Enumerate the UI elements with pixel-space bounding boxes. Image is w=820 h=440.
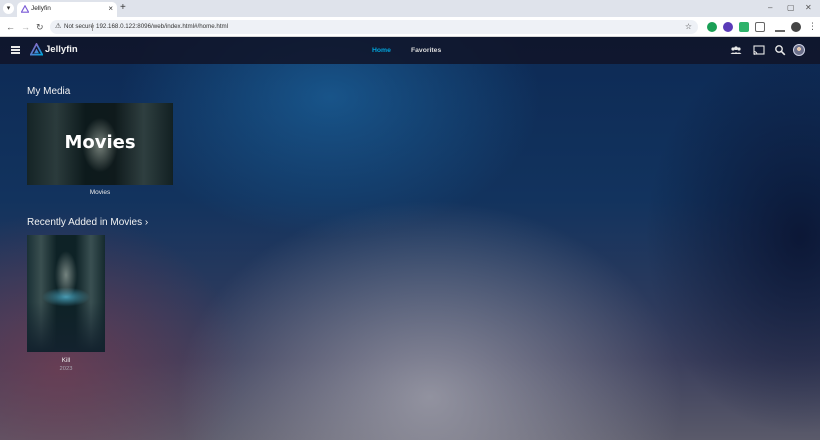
my-media-title[interactable]: My Media	[27, 85, 70, 98]
library-card-caption[interactable]: Movies	[27, 188, 173, 197]
bookmark-star-icon[interactable]: ☆	[685, 21, 692, 33]
extension-shield-icon[interactable]	[739, 22, 749, 32]
browser-tab-bar: ▾ Jellyfin × + – ▢ ✕	[0, 0, 820, 17]
tab-home[interactable]: Home	[372, 46, 391, 56]
media-controls-icon[interactable]	[775, 22, 785, 32]
user-avatar[interactable]	[793, 44, 805, 56]
hamburger-menu-icon[interactable]	[11, 46, 20, 54]
back-icon[interactable]: ←	[6, 21, 15, 33]
maximize-icon[interactable]: ▢	[787, 2, 795, 14]
warning-icon[interactable]: ⚠	[55, 22, 61, 32]
forward-icon[interactable]: →	[21, 21, 30, 33]
profile-avatar-icon[interactable]	[791, 22, 801, 32]
syncplay-group-icon[interactable]	[730, 44, 742, 56]
brand-name[interactable]: Jellyfin	[45, 44, 78, 56]
minimize-icon[interactable]: –	[768, 2, 772, 14]
tab-title: Jellyfin	[31, 5, 51, 12]
new-tab-button[interactable]: +	[120, 2, 126, 14]
browser-menu-icon[interactable]: ⋮	[808, 20, 817, 32]
browser-toolbar: ← → ↻ ⚠ Not secure 192.168.0.122:8096/we…	[0, 17, 820, 37]
extension-whatsapp-icon[interactable]	[707, 22, 717, 32]
extensions-puzzle-icon[interactable]	[755, 22, 765, 32]
url-text[interactable]: 192.168.0.122:8096/web/index.html#/home.…	[96, 22, 228, 32]
address-divider	[92, 23, 93, 31]
browser-tab[interactable]: Jellyfin ×	[17, 2, 117, 17]
jellyfin-logo-icon[interactable]	[30, 43, 43, 56]
library-card-label: Movies	[64, 132, 136, 153]
jellyfin-favicon-icon	[21, 5, 29, 13]
extension-purple-icon[interactable]	[723, 22, 733, 32]
app-header: Jellyfin Home Favorites	[0, 37, 820, 64]
poster-fade	[27, 302, 105, 352]
tab-close-icon[interactable]: ×	[108, 3, 113, 15]
close-window-icon[interactable]: ✕	[805, 2, 812, 14]
recently-added-title[interactable]: Recently Added in Movies ›	[27, 216, 148, 229]
reload-icon[interactable]: ↻	[36, 21, 44, 33]
cast-icon[interactable]	[753, 44, 765, 56]
jellyfin-app: Jellyfin Home Favorites My Media Movies …	[0, 37, 820, 440]
tab-search-icon[interactable]: ▾	[3, 3, 14, 14]
library-card-movies[interactable]: Movies	[27, 103, 173, 185]
movie-year: 2023	[59, 366, 73, 372]
tab-favorites[interactable]: Favorites	[411, 46, 441, 56]
movie-poster-kill[interactable]	[27, 235, 105, 352]
movie-title[interactable]: Kill	[27, 356, 105, 365]
not-secure-label[interactable]: Not secure	[64, 22, 94, 32]
address-bar[interactable]: ⚠ Not secure 192.168.0.122:8096/web/inde…	[50, 20, 698, 34]
search-icon[interactable]	[774, 44, 786, 56]
